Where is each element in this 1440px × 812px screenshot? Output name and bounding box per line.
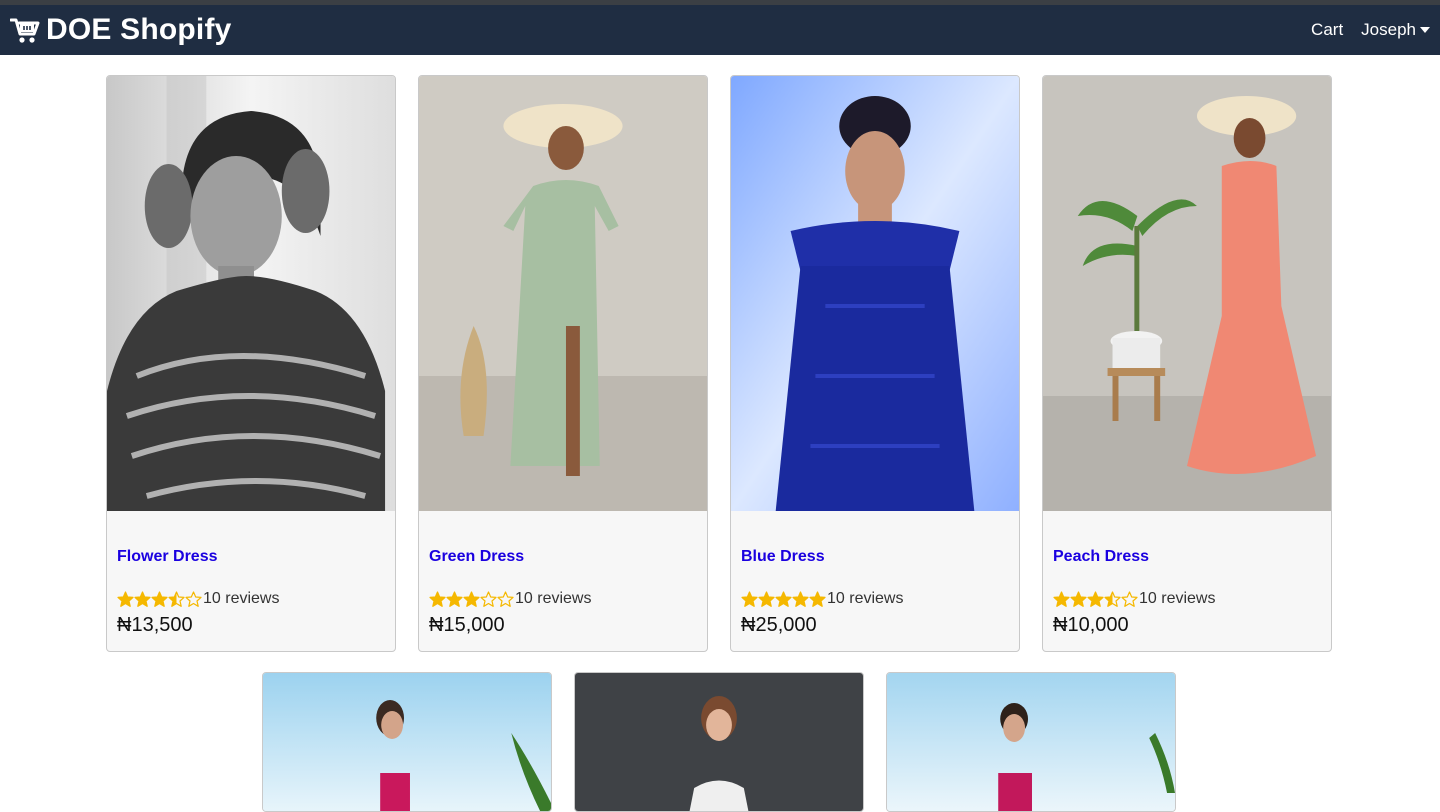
star-full-icon [1087,590,1104,607]
review-count: 10 reviews [515,590,592,607]
product-title[interactable]: Blue Dress [741,548,825,566]
star-full-icon [758,590,775,607]
star-empty-icon [497,590,514,607]
product-card [574,672,864,812]
product-image[interactable] [731,76,1019,511]
star-full-icon [1070,590,1087,607]
review-count: 10 reviews [1139,590,1216,607]
star-full-icon [792,590,809,607]
star-rating [429,590,514,608]
product-image[interactable] [419,76,707,511]
review-count: 10 reviews [203,590,280,607]
star-full-icon [446,590,463,607]
product-title[interactable]: Peach Dress [1053,548,1149,566]
star-full-icon [429,590,446,607]
product-card: Green Dress 10 reviews ₦15,000 [418,75,708,652]
product-title[interactable]: Flower Dress [117,548,217,566]
star-full-icon [809,590,826,607]
product-price: ₦13,500 [117,614,193,636]
chevron-down-icon [1420,27,1430,33]
product-card: Blue Dress 10 reviews ₦25,000 [730,75,1020,652]
brand-link[interactable]: DOE Shopify [10,5,232,55]
star-full-icon [134,590,151,607]
star-rating [741,590,826,608]
brand-title: DOE Shopify [46,13,232,46]
product-price: ₦15,000 [429,614,505,636]
star-half-icon [1104,590,1121,607]
star-half-icon [168,590,185,607]
product-image[interactable] [575,673,863,811]
star-full-icon [1053,590,1070,607]
review-count: 10 reviews [827,590,904,607]
star-empty-icon [1121,590,1138,607]
product-image[interactable] [263,673,551,811]
product-price: ₦10,000 [1053,614,1129,636]
star-full-icon [117,590,134,607]
cart-icon [10,18,40,43]
user-name: Joseph [1361,20,1416,39]
star-full-icon [151,590,168,607]
star-full-icon [775,590,792,607]
star-empty-icon [185,590,202,607]
product-image[interactable] [887,673,1175,811]
user-dropdown[interactable]: Joseph [1361,20,1430,40]
product-price: ₦25,000 [741,614,817,636]
navbar: DOE Shopify Cart Joseph [0,5,1440,55]
product-card [886,672,1176,812]
product-title[interactable]: Green Dress [429,548,524,566]
star-rating [1053,590,1138,608]
product-card: Flower Dress 10 reviews ₦13,500 [106,75,396,652]
product-rating: 10 reviews [741,590,903,608]
nav-right: Cart Joseph [1311,5,1430,55]
product-rating: 10 reviews [1053,590,1215,608]
product-rating: 10 reviews [117,590,279,608]
star-full-icon [463,590,480,607]
product-image[interactable] [1043,76,1331,511]
star-full-icon [741,590,758,607]
product-rating: 10 reviews [429,590,591,608]
product-card [262,672,552,812]
star-empty-icon [480,590,497,607]
product-image[interactable] [107,76,395,511]
star-rating [117,590,202,608]
product-card: Peach Dress 10 reviews ₦10,000 [1042,75,1332,652]
cart-link[interactable]: Cart [1311,20,1343,40]
